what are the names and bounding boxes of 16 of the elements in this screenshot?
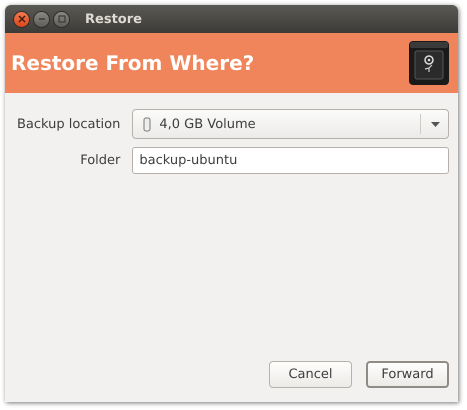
caret-icon bbox=[431, 122, 440, 126]
usb-drive-icon bbox=[143, 116, 152, 132]
close-button[interactable] bbox=[13, 10, 30, 28]
forward-button[interactable]: Forward bbox=[366, 361, 449, 388]
minimize-button[interactable] bbox=[33, 10, 50, 28]
maximize-button[interactable] bbox=[53, 10, 70, 28]
maximize-icon bbox=[58, 15, 66, 23]
close-icon bbox=[18, 15, 26, 23]
window-title: Restore bbox=[85, 12, 142, 26]
safe-icon bbox=[408, 40, 450, 86]
page-heading: Restore From Where? bbox=[11, 51, 254, 75]
folder-input-field[interactable]: backup-ubuntu bbox=[132, 147, 449, 174]
field-label: Folder bbox=[79, 153, 120, 168]
location-dropdown[interactable]: 4,0 GB Volume bbox=[132, 109, 449, 139]
cancel-button[interactable]: Cancel bbox=[269, 361, 352, 388]
field-label: Backup location bbox=[17, 116, 120, 132]
